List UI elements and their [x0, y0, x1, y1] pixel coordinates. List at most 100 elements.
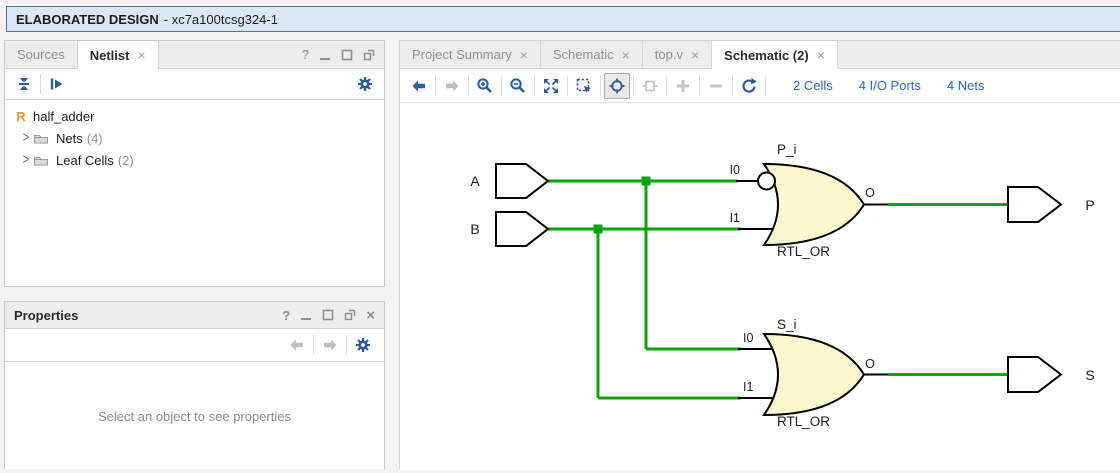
schematic-stats: 2 Cells 4 I/O Ports 4 Nets	[793, 78, 984, 93]
tab-netlist[interactable]: Netlist ×	[78, 41, 159, 69]
input-port-b[interactable]	[496, 212, 548, 246]
chevron-right-icon[interactable]: >	[19, 130, 33, 146]
collapse-all-button[interactable]	[11, 71, 37, 97]
autofit-selection-button[interactable]	[604, 73, 630, 99]
output-port-s[interactable]	[1008, 357, 1061, 392]
tab-sources[interactable]: Sources	[5, 41, 78, 68]
nets-count-link[interactable]: 4 Nets	[947, 78, 985, 93]
input-port-a[interactable]	[496, 164, 548, 198]
chevron-right-icon[interactable]: >	[19, 152, 33, 168]
folder-icon	[33, 132, 49, 145]
arrow-left-icon	[410, 77, 428, 95]
gate2-pin-o: O	[865, 357, 875, 371]
schematic-canvas[interactable]: A B P_i RTL_OR I0 I1 O S_i RTL_OR I0 I1 …	[400, 104, 1120, 470]
rtl-design-icon: R	[13, 109, 29, 124]
scroll-to-selected-button[interactable]	[44, 71, 70, 97]
minus-icon	[707, 77, 725, 95]
arrow-right-icon	[321, 336, 339, 354]
net-junction	[642, 177, 651, 186]
inverter-bubble	[758, 173, 775, 190]
next-object-button[interactable]	[317, 332, 343, 358]
editor-tabbar: Project Summary × Schematic × top.v × Sc…	[400, 41, 1120, 69]
scroll-to-selected-icon	[48, 75, 66, 93]
float-icon[interactable]	[363, 49, 375, 61]
io-ports-count-link[interactable]: 4 I/O Ports	[859, 78, 921, 93]
properties-panel: Properties ? ×	[4, 301, 385, 469]
autofit-selection-icon	[608, 77, 626, 95]
maximize-icon[interactable]	[322, 309, 334, 321]
minimize-icon[interactable]	[300, 309, 312, 321]
zoom-selection-icon	[575, 77, 593, 95]
banner-part-label: - xc7a100tcsg324-1	[164, 12, 278, 27]
gate2-type: RTL_OR	[777, 414, 830, 429]
gate-p-i[interactable]	[764, 164, 864, 245]
add-to-schematic-button[interactable]	[670, 73, 696, 99]
gate1-pin-i1: I1	[730, 211, 740, 225]
arrow-right-icon	[443, 77, 461, 95]
port-a-label: A	[470, 173, 480, 189]
properties-toolbar	[5, 329, 384, 362]
help-icon[interactable]: ?	[282, 308, 290, 323]
cells-count-link[interactable]: 2 Cells	[793, 78, 833, 93]
port-b-label: B	[470, 221, 479, 237]
vertical-splitter[interactable]	[385, 40, 399, 469]
output-port-p[interactable]	[1008, 187, 1061, 222]
tree-item-leaf-cells[interactable]: > Leaf Cells (2)	[5, 149, 384, 171]
banner-mode-label: ELABORATED DESIGN	[16, 12, 159, 27]
previous-object-button[interactable]	[284, 332, 310, 358]
net-junction	[594, 225, 603, 234]
regenerate-layout-button[interactable]	[736, 73, 762, 99]
remove-from-schematic-button[interactable]	[703, 73, 729, 99]
arrow-left-icon	[288, 336, 306, 354]
gear-icon	[356, 75, 374, 93]
schematic-toolbar: 2 Cells 4 I/O Ports 4 Nets	[400, 69, 1120, 103]
netlist-tree: R half_adder > Nets (4) > Leaf Cells (2)	[5, 100, 384, 171]
gate1-pin-i0: I0	[730, 163, 740, 177]
gate1-pin-o: O	[865, 186, 875, 200]
elaborated-design-banner: ELABORATED DESIGN - xc7a100tcsg324-1	[6, 6, 1120, 32]
back-button[interactable]	[406, 73, 432, 99]
port-p-label: P	[1085, 197, 1094, 213]
gate-s-i[interactable]	[764, 334, 864, 415]
gate2-pin-i1: I1	[743, 380, 753, 394]
zoom-to-selection-button[interactable]	[571, 73, 597, 99]
maximize-icon[interactable]	[341, 49, 353, 61]
close-icon[interactable]: ×	[817, 47, 825, 63]
close-icon[interactable]: ×	[520, 47, 528, 63]
gate2-name: S_i	[777, 317, 797, 332]
zoom-out-icon	[509, 77, 527, 95]
collapse-all-icon	[15, 75, 33, 93]
gate2-pin-i0: I0	[743, 331, 753, 345]
close-icon[interactable]: ×	[137, 47, 145, 63]
expand-cone-button[interactable]	[637, 73, 663, 99]
properties-placeholder: Select an object to see properties	[5, 362, 384, 470]
tree-item-half-adder[interactable]: R half_adder	[5, 105, 384, 127]
netlist-panel-tabbar: Sources Netlist × ?	[5, 41, 384, 69]
panel-window-controls: ?	[293, 41, 384, 68]
help-icon[interactable]: ?	[302, 47, 309, 62]
netlist-settings-button[interactable]	[352, 71, 378, 97]
properties-title: Properties	[14, 308, 78, 323]
zoom-in-button[interactable]	[472, 73, 498, 99]
close-icon[interactable]: ×	[691, 47, 699, 63]
tab-schematic-2[interactable]: Schematic (2) ×	[712, 41, 838, 69]
tab-topv[interactable]: top.v ×	[643, 41, 712, 68]
netlist-toolbar	[5, 69, 384, 100]
float-icon[interactable]	[344, 309, 356, 321]
zoom-fit-button[interactable]	[538, 73, 564, 99]
horizontal-splitter[interactable]	[4, 287, 385, 301]
close-icon[interactable]: ×	[366, 307, 375, 324]
tree-item-nets[interactable]: > Nets (4)	[5, 127, 384, 149]
netlist-panel: Sources Netlist × ?	[4, 40, 385, 287]
tab-project-summary[interactable]: Project Summary ×	[400, 41, 541, 68]
forward-button[interactable]	[439, 73, 465, 99]
close-icon[interactable]: ×	[622, 47, 630, 63]
panel-window-controls: ? ×	[273, 307, 384, 324]
cell-icon	[641, 77, 659, 95]
tab-schematic[interactable]: Schematic ×	[541, 41, 643, 68]
gear-icon	[354, 336, 372, 354]
zoom-fit-icon	[542, 77, 560, 95]
minimize-icon[interactable]	[319, 49, 331, 61]
zoom-out-button[interactable]	[505, 73, 531, 99]
properties-settings-button[interactable]	[350, 332, 376, 358]
